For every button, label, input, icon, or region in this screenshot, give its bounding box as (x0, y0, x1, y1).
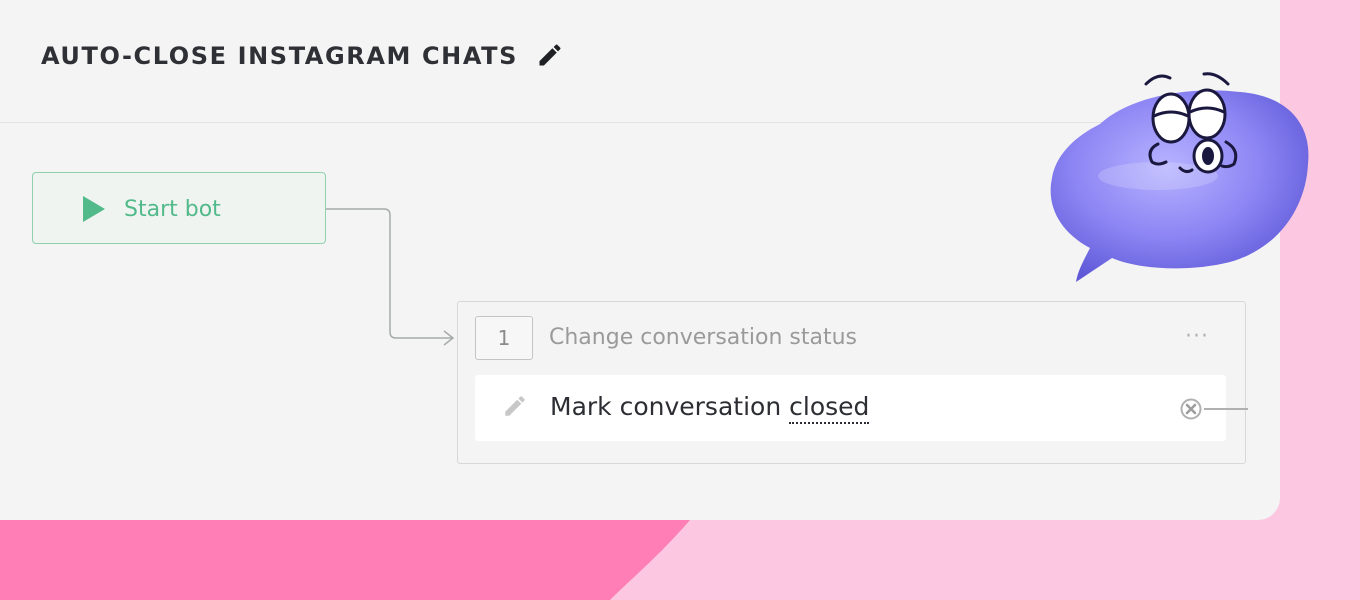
step-node[interactable]: 1 Change conversation status ··· Mark co… (457, 301, 1248, 464)
bot-title: AUTO-CLOSE INSTAGRAM CHATS (41, 42, 519, 70)
speech-bubble-mascot (1050, 72, 1309, 282)
action-row[interactable]: Mark conversation closed (475, 375, 1226, 441)
pencil-icon[interactable] (536, 41, 564, 69)
page: AUTO-CLOSE INSTAGRAM CHATS Start bot 1 C… (0, 0, 1360, 600)
play-icon (83, 196, 105, 222)
start-bot-label: Start bot (124, 197, 221, 222)
step-number: 1 (475, 316, 533, 360)
start-bot-node[interactable]: Start bot (32, 172, 326, 244)
status-value-link[interactable]: closed (789, 392, 870, 424)
step-title: Change conversation status (549, 325, 857, 350)
close-circle-icon[interactable] (1180, 398, 1202, 420)
pencil-icon[interactable] (502, 393, 528, 419)
output-port-line (1204, 408, 1248, 410)
action-text: Mark conversation closed (550, 392, 870, 424)
more-options-button[interactable]: ··· (1185, 326, 1209, 348)
action-text-prefix: Mark conversation (550, 392, 790, 421)
